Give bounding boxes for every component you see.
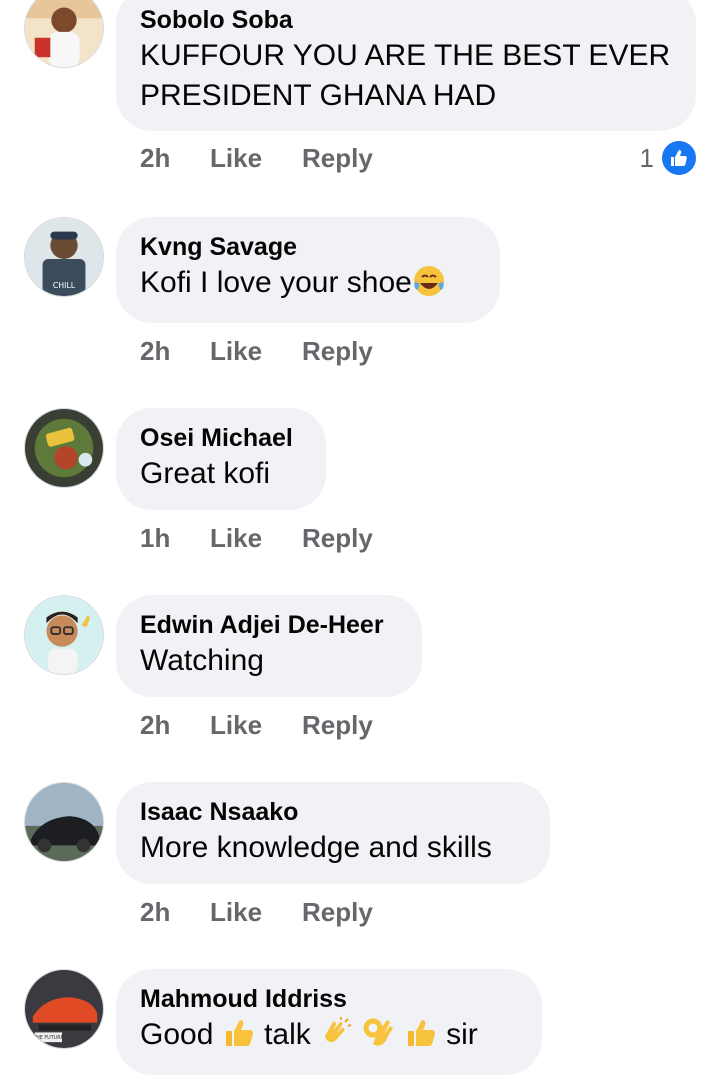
ok-hand-icon [361, 1016, 395, 1050]
comment-author[interactable]: Isaac Nsaako [140, 796, 526, 828]
thumbs-up-icon [660, 139, 698, 177]
comment-time[interactable]: 2h [140, 897, 210, 928]
avatar[interactable] [24, 0, 104, 68]
thumbs-up-emoji-icon [404, 1016, 438, 1050]
reply-button[interactable]: Reply [302, 523, 373, 554]
like-button[interactable]: Like [210, 710, 302, 741]
avatar[interactable]: THE FUTURE [24, 969, 104, 1049]
like-button[interactable]: Like [210, 336, 302, 367]
comment-item: Osei Michael Great kofi 1h Like Reply [0, 406, 720, 576]
comment-item: Edwin Adjei De-Heer Watching 2h Like Reply [0, 593, 720, 763]
like-button[interactable]: Like [210, 523, 302, 554]
comment-text: Kofi I love your shoe [140, 263, 476, 303]
comment-author[interactable]: Edwin Adjei De-Heer [140, 609, 398, 641]
comment-text: Good talk sir [140, 1016, 478, 1051]
comment-time[interactable]: 2h [140, 336, 210, 367]
reaction-count: 1 [639, 142, 654, 173]
comment-time[interactable]: 2h [140, 710, 210, 741]
comment-item: Sobolo Soba KUFFOUR YOU ARE THE BEST EVE… [0, 0, 720, 200]
avatar[interactable]: CHILL [24, 217, 104, 297]
comment-author[interactable]: Osei Michael [140, 422, 302, 454]
comment-text: KUFFOUR YOU ARE THE BEST EVER [140, 39, 671, 72]
comment-item: Isaac Nsaako More knowledge and skills 2… [0, 780, 720, 950]
comment-actions: 2h Like Reply [140, 897, 373, 928]
comment-item: CHILL Kvng Savage Kofi I love your shoe … [0, 215, 720, 385]
reply-button[interactable]: Reply [302, 710, 373, 741]
avatar[interactable] [24, 595, 104, 675]
comment-text: More knowledge and skills [140, 831, 492, 864]
avatar[interactable] [24, 782, 104, 862]
tears-of-joy-icon [412, 264, 446, 298]
comment-text: Watching [140, 644, 264, 677]
comment-bubble[interactable]: Mahmoud Iddriss Good talk sir [116, 969, 542, 1075]
comment-time[interactable]: 2h [140, 143, 210, 174]
avatar[interactable] [24, 408, 104, 488]
reply-button[interactable]: Reply [302, 897, 373, 928]
comment-bubble[interactable]: Kvng Savage Kofi I love your shoe [116, 217, 500, 323]
comment-bubble[interactable]: Sobolo Soba KUFFOUR YOU ARE THE BEST EVE… [116, 0, 696, 131]
thumbs-up-emoji-icon [222, 1016, 256, 1050]
like-button[interactable]: Like [210, 897, 302, 928]
reaction-summary[interactable]: 1 [640, 139, 698, 177]
reply-button[interactable]: Reply [302, 143, 373, 174]
comment-text: PRESIDENT GHANA HAD [140, 79, 497, 112]
comment-time[interactable]: 1h [140, 523, 210, 554]
comment-author[interactable]: Kvng Savage [140, 231, 476, 263]
svg-text:CHILL: CHILL [53, 281, 76, 290]
comment-bubble[interactable]: Isaac Nsaako More knowledge and skills [116, 782, 550, 884]
reply-button[interactable]: Reply [302, 336, 373, 367]
comment-actions: 2h Like Reply [140, 336, 373, 367]
comment-actions: 2h Like Reply [140, 710, 373, 741]
comment-bubble[interactable]: Osei Michael Great kofi [116, 408, 326, 510]
clapping-hands-icon [319, 1016, 353, 1050]
comment-actions: 1h Like Reply [140, 523, 373, 554]
comment-author[interactable]: Mahmoud Iddriss [140, 983, 518, 1015]
comment-bubble[interactable]: Edwin Adjei De-Heer Watching [116, 595, 422, 697]
comment-item: THE FUTURE Mahmoud Iddriss Good talk sir [0, 967, 720, 1077]
comment-actions: 2h Like Reply [140, 143, 373, 174]
comment-author[interactable]: Sobolo Soba [140, 4, 672, 36]
svg-text:THE FUTURE: THE FUTURE [32, 1035, 64, 1041]
like-button[interactable]: Like [210, 143, 302, 174]
comment-text: Great kofi [140, 457, 271, 490]
